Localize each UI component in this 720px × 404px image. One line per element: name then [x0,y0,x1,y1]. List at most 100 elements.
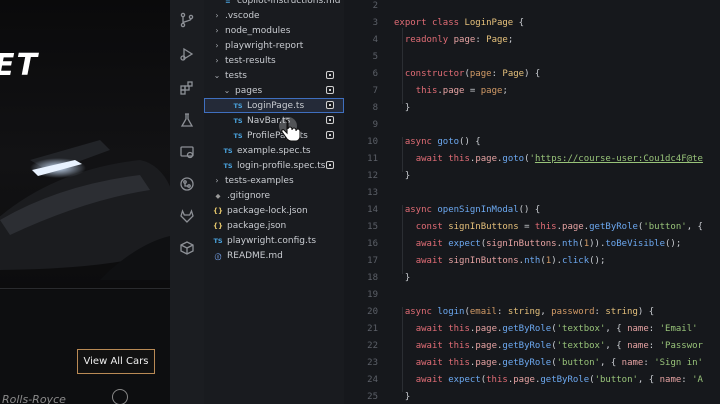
line-number: 5 [372,52,378,62]
explorer-item[interactable]: TS example.spec.ts [204,143,344,158]
line-number: 14 [367,205,378,215]
explorer-item[interactable]: › node_modules [204,23,344,38]
json-file-icon: {} [213,221,223,230]
hand-cursor-icon [279,117,301,142]
chevron-down-icon: ⌄ [213,71,221,80]
line-number: 25 [367,392,378,402]
explorer-item-label: test-results [225,55,276,66]
code-text: await expect(signInButtons.nth(1)).toBeV… [415,239,682,249]
line-number: 3 [372,18,378,28]
code-editor[interactable]: 2 3 export class LoginPage {4 readonly pag… [344,0,720,404]
chevron-down-icon: ⌄ [223,86,231,95]
gitlab-icon[interactable] [177,206,197,226]
line-number: 10 [367,137,378,147]
file-badge-icon [326,161,334,169]
line-number: 17 [367,256,378,266]
code-text: await signInButtons.nth(1).click(); [415,256,606,266]
gitignore-file-icon: ◆ [215,191,221,200]
explorer-item[interactable]: › playwright-report [204,38,344,53]
code-text: await this.page.getByRole('button', { na… [415,358,703,368]
testing-icon[interactable] [177,110,197,130]
code-text: } [394,103,411,113]
json-file-icon: {} [213,206,223,215]
explorer-item[interactable]: ◆ .gitignore [204,188,344,203]
code-line: 24 await expect(this.page.getByRole('but… [344,372,720,389]
explorer-item-label: package.json [227,220,287,231]
code-line: 7 this.page = page; [344,83,720,100]
explorer-item[interactable]: TS ProfilePage.ts [204,128,344,143]
code-text: async openSignInModal() { [404,205,541,215]
line-number: 11 [367,154,378,164]
explorer-item-label: .vscode [225,10,260,21]
explorer-item[interactable]: TS login-profile.spec.ts [204,158,344,173]
typescript-file-icon: TS [233,131,243,140]
line-number: 8 [372,103,378,113]
run-debug-icon[interactable] [177,44,197,64]
code-line: 16 await expect(signInButtons.nth(1)).to… [344,236,720,253]
code-line: 17 await signInButtons.nth(1).click(); [344,253,720,270]
code-line: 9 [344,117,720,134]
typescript-file-icon: TS [233,101,243,110]
extensions-icon[interactable] [177,78,197,98]
code-line: 14 async openSignInModal() { [344,202,720,219]
code-line: 4 readonly page: Page; [344,32,720,49]
code-line: 15 const signInButtons = this.page.getBy… [344,219,720,236]
code-line: 18 } [344,270,720,287]
chevron-right-icon: › [215,41,219,50]
line-number: 12 [367,171,378,181]
explorer-item[interactable]: {} package-lock.json [204,203,344,218]
explorer-item[interactable]: › test-results [204,53,344,68]
code-line: 11 await this.page.goto('https://course-… [344,151,720,168]
explorer-item[interactable]: TS NavBar.ts [204,113,344,128]
explorer-item-label: LoginPage.ts [247,100,305,111]
line-number: 9 [372,120,378,130]
source-control-icon[interactable] [177,10,197,30]
code-line: 5 [344,49,720,66]
typescript-file-icon: TS [233,116,243,125]
bmw-logo [112,389,128,404]
explorer-item-label: tests [225,70,247,81]
chevron-right-icon: › [215,11,219,20]
line-number: 18 [367,273,378,283]
explorer-item[interactable]: TS LoginPage.ts [204,98,344,113]
explorer-item[interactable]: › .vscode [204,8,344,23]
activity-bar [170,0,205,404]
explorer-item[interactable]: › tests-examples [204,173,344,188]
code-text: await this.page.getByRole('textbox', { n… [415,341,703,351]
code-line: 12 } [344,168,720,185]
line-number: 24 [367,375,378,385]
code-line: 23 await this.page.getByRole('button', {… [344,355,720,372]
markdown-file-icon: ≡ [225,0,231,5]
explorer-item[interactable]: ⌄ tests [204,68,344,83]
explorer-item-label: login-profile.spec.ts [237,160,326,171]
explorer-item-label: README.md [227,250,283,261]
code-line: 22 await this.page.getByRole('textbox', … [344,338,720,355]
line-number: 21 [367,324,378,334]
code-line: 8 } [344,100,720,117]
view-all-cars-button[interactable]: View All Cars [77,349,155,374]
explorer-item[interactable]: ≡ copilot-instructions.md [204,0,344,8]
code-text: } [394,392,411,402]
section-divider [0,288,170,289]
line-number: 2 [372,1,378,11]
hero-title: ET [0,48,39,83]
remote-explorer-icon[interactable] [177,142,197,162]
code-line: 10 async goto() { [344,134,720,151]
line-number: 15 [367,222,378,232]
git-graph-icon[interactable] [177,174,197,194]
file-explorer: ≡ copilot-instructions.md › .vscode › node_mo… [204,0,345,404]
line-number: 20 [367,307,378,317]
website-preview-pane: ET View All Cars Rolls-Royce [0,0,170,404]
explorer-item[interactable]: ⓘ README.md [204,248,344,263]
code-text: } [394,273,411,283]
explorer-item[interactable]: TS playwright.config.ts [204,233,344,248]
line-number: 13 [367,188,378,198]
explorer-item-label: copilot-instructions.md [237,0,341,6]
docker-icon[interactable] [177,238,197,258]
brand-logo-text: Rolls-Royce [2,393,66,404]
line-number: 16 [367,239,378,249]
code-line: 20 async login(email: string, password: … [344,304,720,321]
explorer-item[interactable]: ⌄ pages [204,83,344,98]
explorer-item[interactable]: {} package.json [204,218,344,233]
code-line: 6 constructor(page: Page) { [344,66,720,83]
